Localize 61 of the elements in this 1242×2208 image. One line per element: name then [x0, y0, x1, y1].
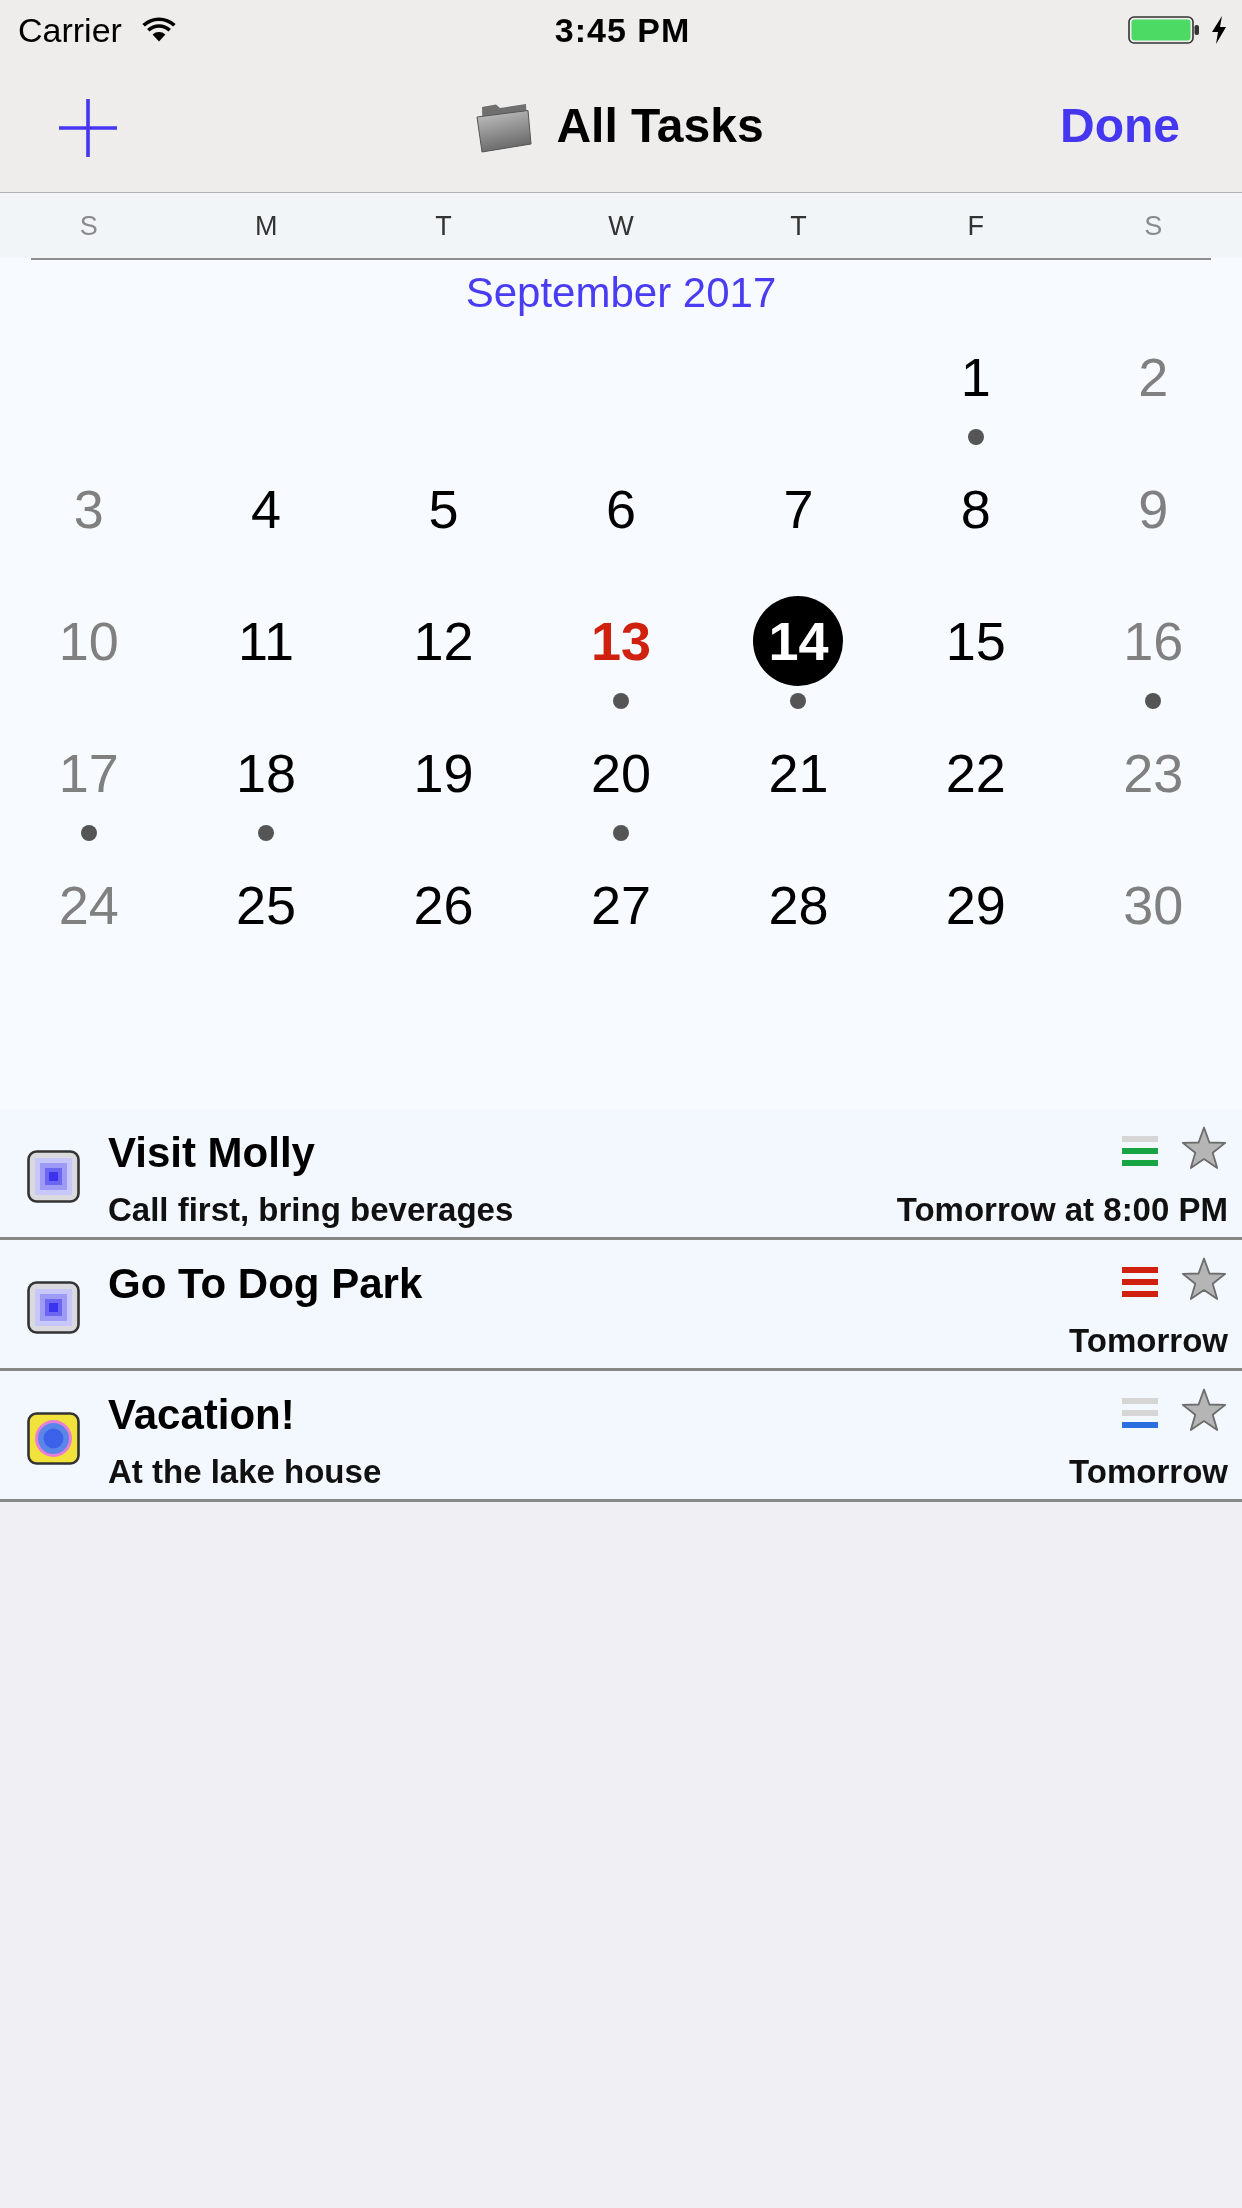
weekday-label: M [254, 209, 278, 242]
calendar-day[interactable]: 29 [930, 860, 1021, 950]
calendar-day[interactable]: 6 [576, 464, 666, 554]
calendar-day[interactable]: 27 [576, 860, 666, 950]
calendar-day[interactable]: 25 [221, 860, 312, 950]
calendar-day[interactable]: 18 [221, 728, 312, 818]
task-row[interactable]: Vacation! At the lake house Tomorrow [0, 1371, 1242, 1502]
weekday-label: S [1144, 209, 1163, 242]
calendar-day[interactable]: 15 [930, 596, 1021, 686]
calendar-day[interactable]: 10 [43, 596, 134, 686]
calendar-day[interactable]: 1 [930, 332, 1021, 422]
month-title: September 2017 [465, 268, 777, 318]
plus-icon [59, 98, 117, 157]
due-date: Tomorrow at 8:00 PM [896, 1190, 1228, 1230]
task-row[interactable]: Visit Molly Call first, bring beverages Tomorrow at 8:00 PM [0, 1109, 1242, 1240]
calendar-day[interactable]: 23 [1108, 728, 1199, 818]
task-row[interactable]: Go To Dog Park Tomorrow [0, 1240, 1242, 1371]
task-note: At the lake house [108, 1452, 382, 1492]
calendar-day[interactable]: 13 [576, 596, 666, 686]
calendar-day[interactable]: 20 [576, 728, 666, 818]
calendar-day[interactable]: 8 [930, 464, 1021, 554]
weekday-label: S [79, 209, 98, 242]
calendar-day[interactable]: 26 [398, 860, 489, 950]
calendar-day[interactable]: 11 [221, 596, 312, 686]
calendar-day[interactable]: 3 [43, 464, 134, 554]
due-date: Tomorrow [1069, 1321, 1228, 1361]
charging-bolt-icon [1211, 15, 1227, 44]
task-title: Go To Dog Park [108, 1260, 423, 1308]
task-title: Vacation! [108, 1391, 295, 1439]
nav-title: All Tasks [556, 97, 764, 154]
calendar-day[interactable]: 17 [43, 728, 134, 818]
carrier-name: Carrier [18, 9, 122, 50]
calendar-day[interactable]: 16 [1108, 596, 1199, 686]
weekday-label: W [608, 209, 634, 242]
wifi-icon [141, 17, 176, 42]
calendar-day[interactable]: 14 [753, 596, 844, 686]
calendar-day[interactable]: 22 [930, 728, 1021, 818]
task-note: Call first, bring beverages [108, 1190, 514, 1230]
checkbox-icon[interactable] [27, 1411, 80, 1465]
calendar-day[interactable]: 28 [753, 860, 844, 950]
due-date: Tomorrow [1069, 1452, 1228, 1492]
calendar-day[interactable]: 5 [398, 464, 489, 554]
task-title: Visit Molly [108, 1129, 315, 1177]
calendar-day[interactable]: 9 [1108, 464, 1199, 554]
status-time: 3:45 PM [554, 9, 691, 50]
checkbox-icon[interactable] [27, 1149, 80, 1203]
done-button[interactable]: Done [1060, 97, 1180, 154]
add-button[interactable] [59, 98, 117, 157]
calendar-day[interactable]: 21 [753, 728, 844, 818]
weekday-label: T [435, 209, 452, 242]
weekday-label: F [967, 209, 985, 242]
calendar-day[interactable]: 4 [221, 464, 312, 554]
weekday-label: T [790, 209, 807, 242]
calendar-day[interactable]: 30 [1108, 860, 1199, 950]
calendar-day[interactable]: 24 [43, 860, 134, 950]
calendar-day[interactable]: 19 [398, 728, 489, 818]
calendar-day[interactable]: 2 [1108, 332, 1199, 422]
checkbox-icon[interactable] [27, 1280, 80, 1334]
calendar-day[interactable]: 12 [398, 596, 489, 686]
battery-icon [1128, 15, 1200, 44]
calendar-day[interactable]: 7 [753, 464, 844, 554]
